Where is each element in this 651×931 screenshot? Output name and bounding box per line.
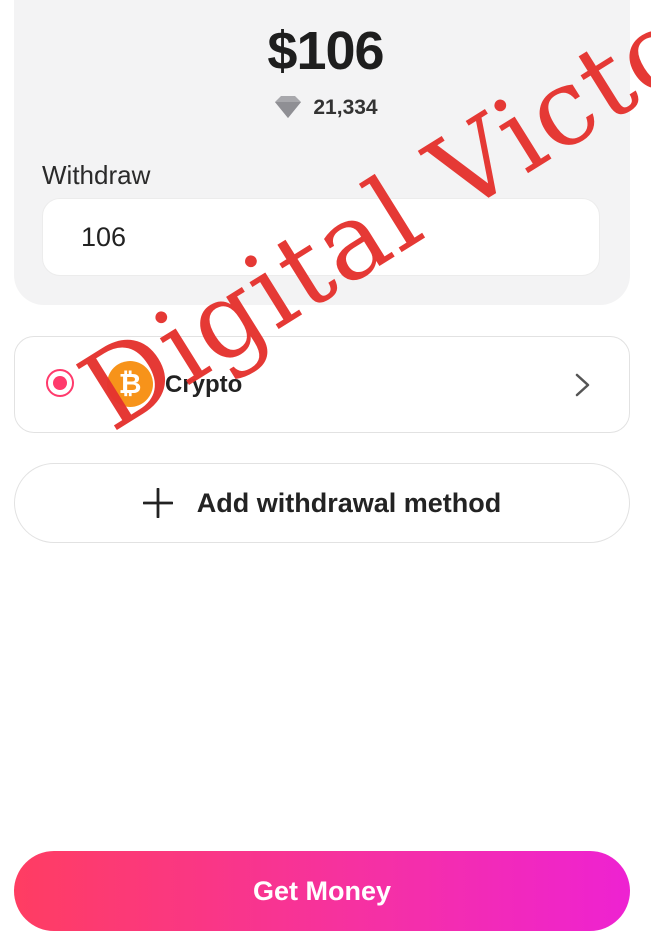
diamond-balance: 21,334: [0, 96, 651, 120]
radio-selected-icon[interactable]: [46, 369, 74, 397]
method-name: Crypto: [165, 371, 243, 398]
radio-dot: [53, 376, 67, 390]
withdraw-amount-input[interactable]: 106: [42, 198, 600, 276]
diamond-icon: [273, 96, 303, 120]
balance-amount: $106: [267, 21, 384, 81]
diamond-count: 21,334: [313, 96, 378, 119]
plus-icon: [142, 487, 174, 519]
withdraw-label: Withdraw: [42, 160, 151, 190]
chevron-right-icon[interactable]: [573, 367, 593, 403]
get-money-button[interactable]: Get Money: [14, 851, 630, 931]
add-withdrawal-method-label: Add withdrawal method: [196, 487, 502, 518]
add-withdrawal-method-button[interactable]: Add withdrawal method: [14, 463, 630, 543]
bitcoin-icon: ₿: [107, 361, 153, 407]
withdrawal-method-crypto[interactable]: ₿ Crypto: [14, 336, 630, 433]
